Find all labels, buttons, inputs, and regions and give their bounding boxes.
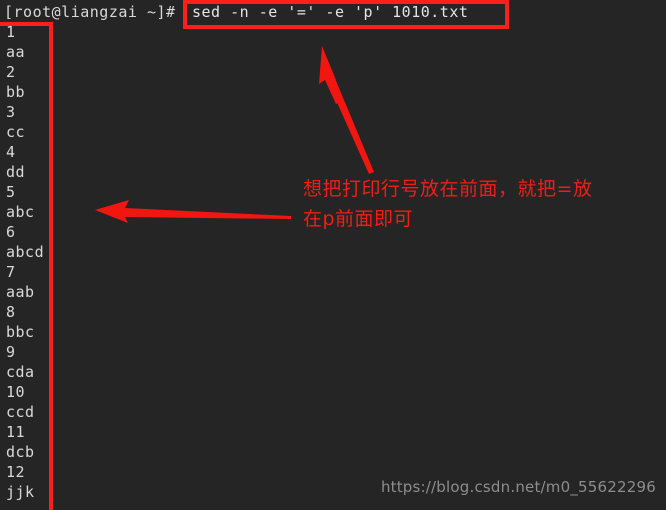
output-line: abcd	[6, 243, 45, 261]
output-line: 12	[6, 463, 26, 481]
output-line: 10	[6, 383, 26, 401]
watermark: https://blog.csdn.net/m0_55622296	[380, 478, 656, 496]
output-line: aab	[6, 283, 35, 301]
output-line: ccd	[6, 403, 35, 421]
terminal-screenshot: [root@liangzai ~]# sed -n -e '=' -e 'p' …	[0, 0, 666, 510]
annotation-text: 想把打印行号放在前面，就把=放 在p前面即可	[303, 174, 633, 234]
annotation-line-1: 想把打印行号放在前面，就把=放	[303, 178, 593, 200]
output-line: 11	[6, 423, 26, 441]
output-line: dcb	[6, 443, 35, 461]
output-line: bb	[6, 83, 26, 101]
output-line: 5	[6, 183, 16, 201]
output-line: 8	[6, 303, 16, 321]
output-line: jjk	[6, 483, 35, 501]
output-line: 2	[6, 63, 16, 81]
arrow-to-command-icon	[319, 46, 374, 174]
output-line: cda	[6, 363, 35, 381]
output-line: 9	[6, 343, 16, 361]
output-line: 4	[6, 143, 16, 161]
annotation-line-2: 在p前面即可	[303, 208, 414, 230]
output-line: cc	[6, 123, 26, 141]
output-line: 1	[6, 23, 16, 41]
command-text: sed -n -e '=' -e 'p' 1010.txt	[192, 3, 469, 21]
output-line: 6	[6, 223, 16, 241]
output-line: abc	[6, 203, 35, 221]
output-line: 3	[6, 103, 16, 121]
shell-prompt: [root@liangzai ~]#	[4, 3, 176, 21]
output-line: aa	[6, 43, 26, 61]
output-line: bbc	[6, 323, 35, 341]
output-line: 7	[6, 263, 16, 281]
output-line: dd	[6, 163, 26, 181]
arrow-to-output-icon	[95, 200, 291, 223]
